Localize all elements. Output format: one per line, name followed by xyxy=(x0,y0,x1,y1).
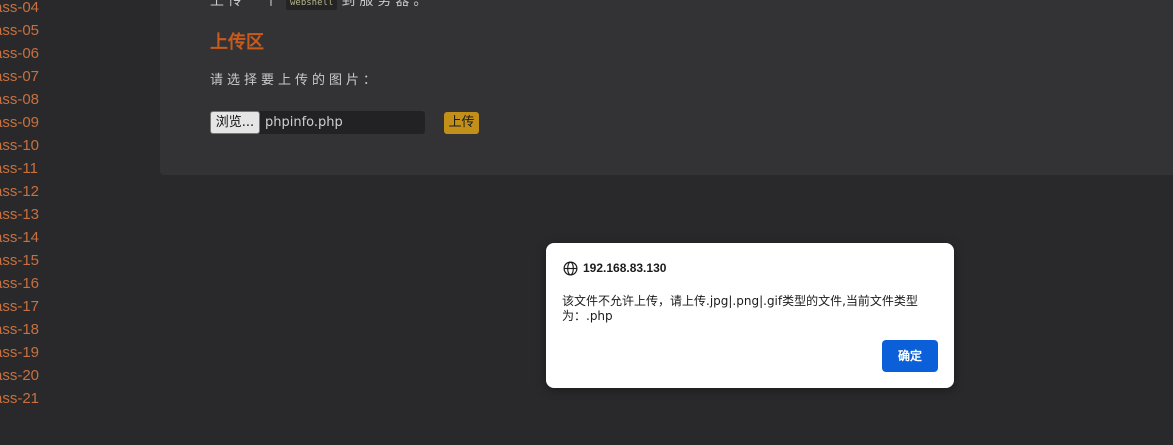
sidebar-item-pass-15[interactable]: Pass-15 xyxy=(0,251,39,274)
sidebar-item-pass-19[interactable]: Pass-19 xyxy=(0,343,39,366)
select-image-prompt: 请选择要上传的图片： xyxy=(210,73,381,88)
sidebar-item-pass-21[interactable]: Pass-21 xyxy=(0,389,39,412)
dialog-origin-host: 192.168.83.130 xyxy=(583,261,667,275)
intro-text-after: 到服务器。 xyxy=(341,0,432,9)
sidebar-item-pass-10[interactable]: Pass-10 xyxy=(0,136,39,159)
file-input[interactable]: 浏览... phpinfo.php xyxy=(210,111,425,134)
sidebar: Pass-04 Pass-05 Pass-06 Pass-07 Pass-08 … xyxy=(0,0,160,445)
sidebar-item-pass-16[interactable]: Pass-16 xyxy=(0,274,39,297)
sidebar-item-pass-13[interactable]: Pass-13 xyxy=(0,205,39,228)
sidebar-item-pass-17[interactable]: Pass-17 xyxy=(0,297,39,320)
sidebar-item-pass-18[interactable]: Pass-18 xyxy=(0,320,39,343)
browser-viewport: Pass-04 Pass-05 Pass-06 Pass-07 Pass-08 … xyxy=(0,0,1173,445)
sidebar-item-pass-20[interactable]: Pass-20 xyxy=(0,366,39,389)
ok-button[interactable]: 确定 xyxy=(882,340,938,372)
sidebar-item-pass-08[interactable]: Pass-08 xyxy=(0,90,39,113)
sidebar-item-pass-11[interactable]: Pass-11 xyxy=(0,159,39,182)
dialog-header: 192.168.83.130 xyxy=(563,260,666,276)
upload-panel: 上传一个 webshell 到服务器。 上传区 请选择要上传的图片： 浏览... p… xyxy=(160,0,1173,175)
alert-dialog: 192.168.83.130 该文件不允许上传，请上传.jpg|.png|.gi… xyxy=(546,243,954,388)
sidebar-item-pass-12[interactable]: Pass-12 xyxy=(0,182,39,205)
sidebar-item-pass-07[interactable]: Pass-07 xyxy=(0,67,39,90)
sidebar-list: Pass-04 Pass-05 Pass-06 Pass-07 Pass-08 … xyxy=(0,0,39,412)
sidebar-item-pass-04[interactable]: Pass-04 xyxy=(0,0,39,21)
sidebar-item-pass-06[interactable]: Pass-06 xyxy=(0,44,39,67)
upload-button[interactable]: 上传 xyxy=(444,112,479,134)
task-description: 上传一个 webshell 到服务器。 xyxy=(210,0,431,10)
webshell-code: webshell xyxy=(286,0,338,10)
dialog-message: 该文件不允许上传，请上传.jpg|.png|.gif类型的文件,当前文件类型为：… xyxy=(562,294,918,323)
sidebar-item-pass-14[interactable]: Pass-14 xyxy=(0,228,39,251)
sidebar-item-pass-09[interactable]: Pass-09 xyxy=(0,113,39,136)
intro-text-before: 上传一个 xyxy=(210,0,282,9)
browse-button[interactable]: 浏览... xyxy=(210,111,260,134)
sidebar-item-pass-05[interactable]: Pass-05 xyxy=(0,21,39,44)
globe-icon xyxy=(563,261,578,275)
selected-file-name: phpinfo.php xyxy=(265,115,343,130)
upload-area-title: 上传区 xyxy=(210,32,264,53)
